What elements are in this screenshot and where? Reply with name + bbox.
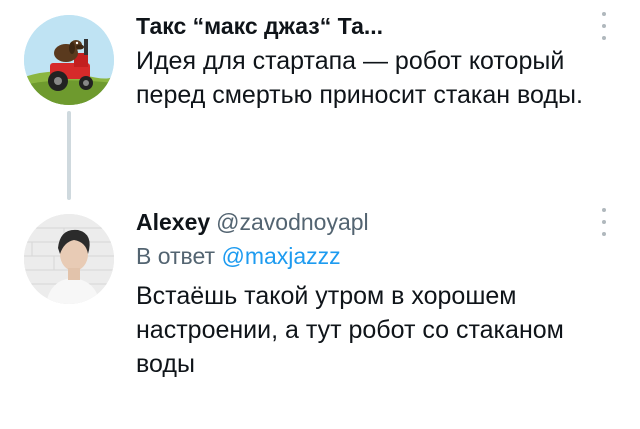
author-handle[interactable]: @zavodnoyapl: [216, 209, 369, 235]
reply-prefix: В ответ: [136, 243, 216, 269]
more-options-icon[interactable]: [598, 208, 610, 236]
reply-mention-link[interactable]: @maxjazzz: [221, 243, 340, 269]
tweet-reply[interactable]: Alexey @zavodnoyapl В ответ @maxjazzz Вст…: [0, 200, 640, 429]
tweet-header: Такс “макс джаз“ Та...: [136, 12, 383, 40]
author-display-name[interactable]: Такс “макс джаз“ Та...: [136, 13, 383, 39]
author-avatar[interactable]: [24, 214, 114, 304]
thread-connector-line: [67, 111, 71, 200]
tweet-original[interactable]: Такс “макс джаз“ Та... Идея для стартапа…: [0, 0, 640, 200]
dog-on-tractor-icon: [24, 15, 114, 105]
person-photo-icon: [24, 214, 114, 304]
tweet-header: Alexey @zavodnoyapl: [136, 208, 369, 236]
tweet-text: Идея для стартапа — робот который перед …: [136, 47, 583, 109]
author-display-name[interactable]: Alexey: [136, 209, 210, 235]
author-avatar[interactable]: [24, 15, 114, 105]
tweet-text: Встаёшь такой утром в хорошем настроении…: [136, 282, 564, 378]
more-options-icon[interactable]: [598, 12, 610, 40]
reply-context: В ответ @maxjazzz: [136, 242, 341, 270]
